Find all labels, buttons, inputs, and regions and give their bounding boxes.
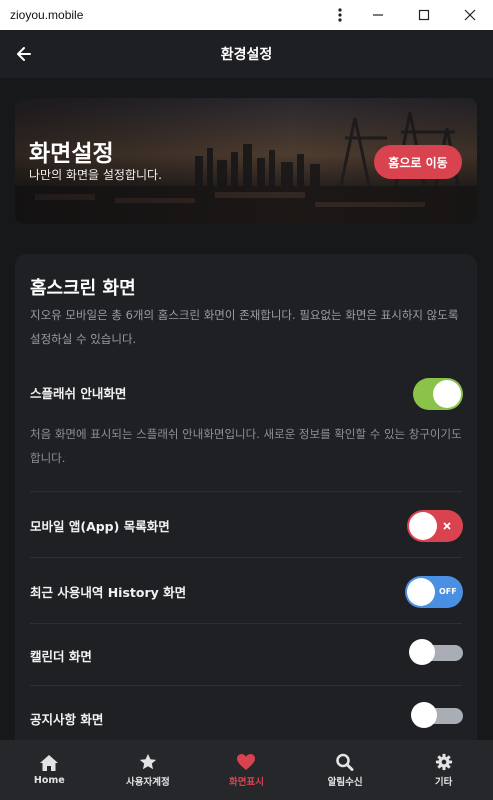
home-icon (40, 755, 59, 771)
homescreen-settings-card: 홈스크린 화면 지오유 모바일은 총 6개의 홈스크린 화면이 존재합니다. 필… (15, 254, 477, 740)
window-titlebar: zioyou.mobile (0, 0, 493, 30)
card-title: 홈스크린 화면 (30, 278, 136, 299)
divider (30, 685, 462, 686)
screen-settings-banner: 화면설정 나만의 화면을 설정합니다. 홈으로 이동 (15, 98, 477, 224)
nav-item-notifications[interactable]: 알림수신 (296, 740, 395, 800)
page-title: 환경설정 (220, 47, 273, 63)
back-arrow-icon[interactable] (10, 40, 38, 68)
app-list-toggle[interactable] (407, 510, 463, 542)
go-home-button[interactable]: 홈으로 이동 (374, 145, 462, 179)
nav-item-screen-display[interactable]: 화면표시 (197, 740, 296, 800)
star-icon (139, 753, 157, 769)
toggle-knob (411, 702, 437, 728)
more-vert-icon[interactable] (325, 0, 355, 30)
nav-label-etc: 기타 (434, 776, 453, 788)
setting-label-splash: 스플래쉬 안내화면 (30, 386, 127, 401)
history-toggle[interactable]: OFF (405, 576, 463, 608)
nav-item-user-account[interactable]: 사용자계정 (99, 740, 198, 800)
calendar-toggle[interactable] (409, 636, 463, 668)
setting-label-calendar: 캘린더 화면 (30, 649, 92, 664)
setting-label-app-list: 모바일 앱(App) 목록화면 (30, 519, 170, 534)
setting-description-splash: 처음 화면에 표시되는 스플래쉬 안내화면입니다. 새로운 정보를 확인할 수 … (30, 427, 462, 465)
setting-label-notice: 공지사항 화면 (30, 712, 104, 727)
divider (30, 491, 462, 492)
card-description: 지오유 모바일은 총 6개의 홈스크린 화면이 존재합니다. 필요없는 화면은 … (30, 308, 459, 346)
banner-subtitle: 나만의 화면을 설정합니다. (29, 168, 162, 182)
nav-label-home: Home (33, 775, 65, 786)
search-icon (336, 753, 354, 771)
splash-toggle[interactable] (413, 378, 463, 410)
window-title: zioyou.mobile (10, 8, 84, 22)
nav-item-etc[interactable]: 기타 (394, 740, 493, 800)
maximize-icon[interactable] (401, 0, 447, 30)
nav-label-user-account: 사용자계정 (126, 776, 170, 788)
toggle-knob (407, 578, 435, 606)
setting-label-history: 최근 사용내역 History 화면 (30, 585, 187, 600)
toggle-knob (409, 512, 437, 540)
toggle-knob (433, 380, 461, 408)
heart-icon (237, 753, 256, 770)
content-scroll[interactable]: 화면설정 나만의 화면을 설정합니다. 홈으로 이동 홈스크린 화면 지오유 모… (0, 78, 493, 740)
nav-label-notifications: 알림수신 (327, 776, 363, 788)
banner-title: 화면설정 (29, 141, 114, 167)
close-icon[interactable] (447, 0, 493, 30)
toggle-state-label: OFF (439, 587, 457, 596)
minimize-icon[interactable] (355, 0, 401, 30)
gear-icon (435, 753, 452, 770)
app-window: zioyou.mobile 환경설정 화면설정 나만의 화면을 설정합니다. 홈… (0, 0, 493, 800)
bottom-navigation: Home 사용자계정 화면표시 알림수신 기타 (0, 740, 493, 800)
notice-toggle[interactable] (411, 699, 465, 731)
app-header: 환경설정 (0, 30, 493, 78)
x-icon (443, 522, 451, 530)
divider (30, 623, 462, 624)
toggle-knob (409, 639, 435, 665)
nav-item-home[interactable]: Home (0, 740, 99, 800)
divider (30, 557, 462, 558)
nav-label-screen-display: 화면표시 (229, 776, 264, 788)
